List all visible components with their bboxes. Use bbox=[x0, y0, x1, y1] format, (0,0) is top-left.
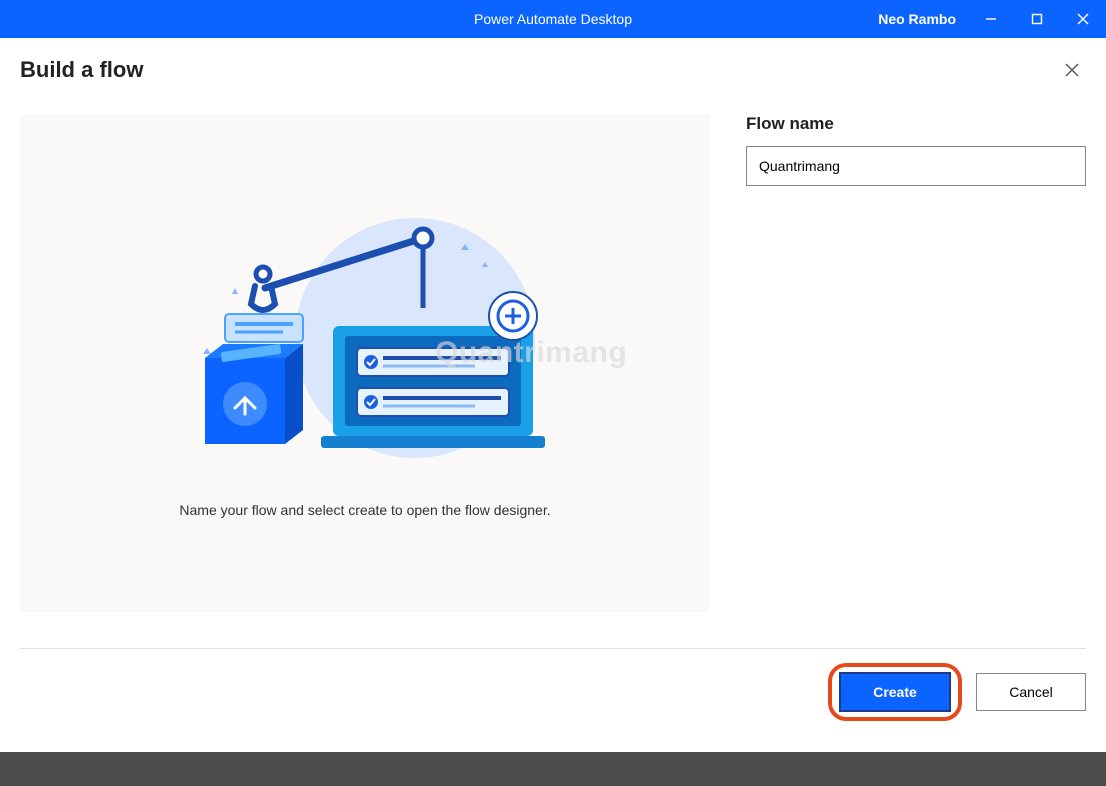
maximize-icon bbox=[1031, 13, 1043, 25]
flow-name-label: Flow name bbox=[746, 114, 1086, 134]
illustration-caption: Name your flow and select create to open… bbox=[179, 502, 550, 518]
minimize-button[interactable] bbox=[968, 0, 1014, 38]
dialog-title: Build a flow bbox=[20, 57, 143, 83]
titlebar: Power Automate Desktop Neo Rambo bbox=[0, 0, 1106, 38]
close-icon bbox=[1065, 63, 1079, 77]
bottom-strip bbox=[0, 752, 1106, 786]
window-close-button[interactable] bbox=[1060, 0, 1106, 38]
form-pane: Flow name bbox=[746, 114, 1086, 612]
app-title: Power Automate Desktop bbox=[474, 11, 632, 27]
dialog-body: Quantrimang Name your flow and select cr… bbox=[0, 114, 1106, 612]
flow-name-input[interactable] bbox=[746, 146, 1086, 186]
dialog-close-button[interactable] bbox=[1058, 56, 1086, 84]
flow-illustration: Quantrimang bbox=[165, 208, 565, 468]
cancel-button[interactable]: Cancel bbox=[976, 673, 1086, 711]
dialog-footer: Create Cancel bbox=[0, 649, 1106, 741]
maximize-button[interactable] bbox=[1014, 0, 1060, 38]
create-button-highlight: Create bbox=[828, 663, 962, 721]
create-button[interactable]: Create bbox=[840, 673, 950, 711]
minimize-icon bbox=[985, 13, 997, 25]
user-name[interactable]: Neo Rambo bbox=[878, 11, 968, 27]
close-icon bbox=[1077, 13, 1089, 25]
illustration-pane: Quantrimang Name your flow and select cr… bbox=[20, 114, 710, 612]
